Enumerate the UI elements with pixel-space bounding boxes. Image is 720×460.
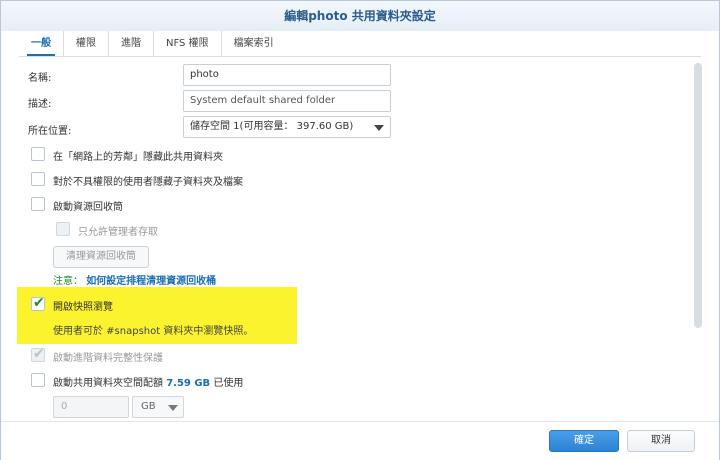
note-prefix: 注意： (53, 276, 83, 287)
recycle-note: 注意： 如何設定排程清理資源回收桶 (53, 272, 216, 287)
location-value: 儲存空間 1(可用容量： 397.60 GB) (190, 121, 354, 132)
clean-recycle-bin-button[interactable]: 清理資源回收筒 (53, 246, 149, 268)
vertical-scrollbar[interactable] (694, 63, 702, 328)
quota-unit-select[interactable]: GB (132, 396, 184, 418)
schedule-clean-link[interactable]: 如何設定排程清理資源回收桶 (86, 276, 216, 287)
quota-size-input[interactable]: 0 (53, 396, 129, 418)
dialog-window: 編輯photo 共用資料夾設定 一般 權限 進階 NFS 權限 檔案索引 名稱:… (0, 0, 720, 460)
description-label: 描述: (28, 99, 52, 110)
hide-network-label: 在「網路上的芳鄰」隱藏此共用資料夾 (53, 152, 223, 163)
quota-text: 啟動共用資料夾空間配額 7.59 GB 已使用 (53, 374, 243, 389)
ok-button[interactable]: 確定 (549, 430, 619, 452)
recycle-bin-label: 啟動資源回收筒 (53, 202, 123, 213)
snapshot-browse-checkbox[interactable]: ✔ (31, 295, 45, 311)
snapshot-browse-label: 開啟快照瀏覽 (53, 302, 113, 313)
hide-subfolders-checkbox[interactable] (31, 172, 45, 186)
recycle-bin-checkbox[interactable] (31, 197, 45, 211)
tab-general[interactable]: 一般 (19, 31, 64, 56)
quota-used-suffix: 已使用 (213, 378, 244, 389)
quota-checkbox[interactable] (31, 373, 45, 387)
description-field[interactable]: System default shared folder (183, 90, 391, 112)
quota-label: 啟動共用資料夾空間配額 (53, 378, 163, 389)
cancel-button[interactable]: 取消 (627, 430, 695, 452)
checkmark-icon: ✔ (33, 295, 45, 311)
checkmark-icon: ✔ (33, 346, 45, 362)
chevron-down-icon (374, 125, 384, 131)
tab-bar: 一般 權限 進階 NFS 權限 檔案索引 (19, 31, 286, 56)
hide-subfolders-label: 對於不具權限的使用者隱藏子資料夾及檔案 (53, 177, 243, 188)
tab-advanced[interactable]: 進階 (109, 31, 154, 56)
tab-file-index[interactable]: 檔案索引 (222, 31, 286, 56)
hide-network-checkbox[interactable] (31, 147, 45, 161)
chevron-down-icon (168, 405, 178, 411)
window-title: 編輯photo 共用資料夾設定 (1, 1, 719, 31)
name-field[interactable]: photo (183, 64, 391, 86)
admin-only-checkbox[interactable] (56, 222, 70, 236)
quota-unit-value: GB (141, 401, 156, 412)
integrity-checkbox[interactable]: ✔ (31, 346, 45, 362)
name-label: 名稱: (28, 73, 52, 84)
location-label: 所在位置: (28, 126, 72, 137)
quota-used-value: 7.59 GB (166, 378, 211, 389)
snapshot-description: 使用者可於 #snapshot 資料夾中瀏覽快照。 (53, 326, 254, 337)
location-select[interactable]: 儲存空間 1(可用容量： 397.60 GB) (183, 116, 391, 138)
tab-nfs-permissions[interactable]: NFS 權限 (154, 31, 222, 56)
integrity-label: 啟動進階資料完整性保護 (53, 353, 163, 364)
settings-panel: 名稱: photo 描述: System default shared fold… (1, 57, 719, 421)
tab-permissions[interactable]: 權限 (64, 31, 109, 56)
admin-only-label: 只允許管理者存取 (78, 227, 158, 238)
